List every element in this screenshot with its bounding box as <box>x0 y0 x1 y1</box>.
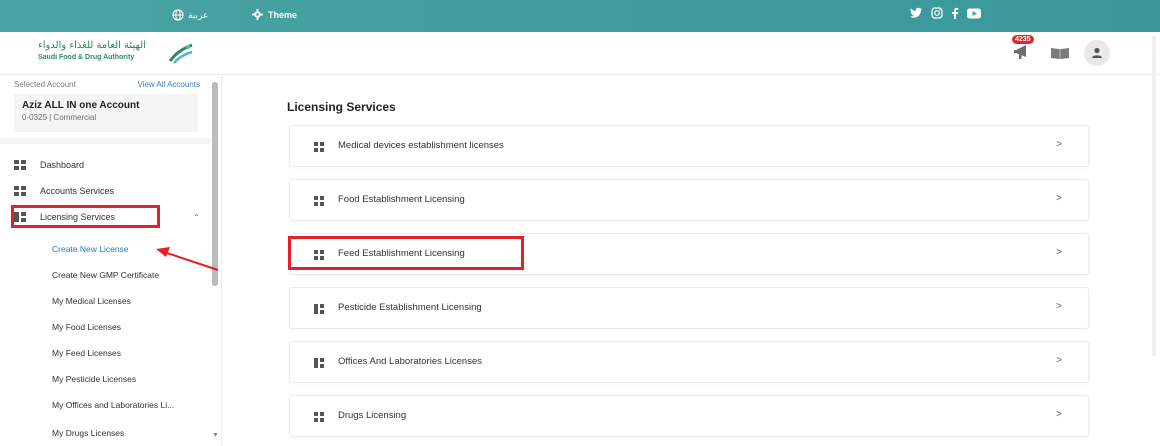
grid-icon <box>314 196 324 206</box>
grid-icon <box>14 160 26 170</box>
globe-icon <box>172 9 184 21</box>
megaphone-icon <box>1014 45 1026 59</box>
sidebar-subitem-feed-licenses[interactable]: My Feed Licenses <box>52 348 121 358</box>
scroll-down-icon[interactable]: ▼ <box>212 432 219 439</box>
service-card-food-establishment[interactable]: Food Establishment Licensing > <box>289 179 1089 221</box>
social-links <box>910 7 981 19</box>
account-name: Aziz ALL IN one Account <box>22 100 140 111</box>
chevron-right-icon: > <box>1056 409 1062 420</box>
chevron-up-icon: ⌃ <box>193 212 200 222</box>
service-card-medical-devices[interactable]: Medical devices establishment licenses > <box>289 125 1089 167</box>
selected-account-label: Selected Account <box>14 80 76 89</box>
service-card-pesticide-establishment[interactable]: Pesticide Establishment Licensing > <box>289 287 1089 329</box>
chevron-right-icon: > <box>1056 355 1062 366</box>
sidebar-item-label: Accounts Services <box>40 186 115 196</box>
sidebar-subitem-drugs-licenses[interactable]: My Drugs Licenses <box>52 428 124 438</box>
account-header: Selected Account View All Accounts <box>14 80 200 89</box>
sidebar-subitem-offices-labs-licenses[interactable]: My Offices and Laboratories Li... <box>52 400 174 410</box>
view-all-accounts-link[interactable]: View All Accounts <box>137 80 200 89</box>
service-card-label: Offices And Laboratories Licenses <box>338 356 482 367</box>
service-card-drugs[interactable]: Drugs Licensing > <box>289 395 1089 437</box>
user-avatar-button[interactable] <box>1084 40 1110 66</box>
youtube-icon[interactable] <box>967 8 981 19</box>
grid-icon <box>314 412 324 422</box>
instagram-icon[interactable] <box>931 7 943 19</box>
service-card-label: Medical devices establishment licenses <box>338 140 504 151</box>
chevron-right-icon: > <box>1056 139 1062 150</box>
logo-mark-icon <box>168 43 193 64</box>
service-card-label: Pesticide Establishment Licensing <box>338 302 482 313</box>
language-book-icon[interactable] <box>1050 45 1070 61</box>
chevron-right-icon: > <box>1056 301 1062 312</box>
annotation-arrow <box>156 247 219 271</box>
grid-icon <box>314 358 324 368</box>
gear-icon <box>252 9 263 20</box>
theme-label: Theme <box>268 9 298 20</box>
twitter-icon[interactable] <box>910 7 923 19</box>
highlight-box <box>288 236 524 270</box>
notifications-button[interactable]: 4235 <box>1012 35 1036 65</box>
sfda-logo[interactable]: الهيئة العامة للغذاء والدواء Saudi Food … <box>38 40 198 68</box>
sidebar-subitem-food-licenses[interactable]: My Food Licenses <box>52 322 121 332</box>
top-bar: عربية Theme <box>0 0 1160 32</box>
grid-icon <box>314 304 324 314</box>
language-label[interactable]: عربية <box>188 10 208 21</box>
sidebar-item-dashboard[interactable]: Dashboard <box>14 156 204 174</box>
sidebar-item-label: Dashboard <box>40 160 85 170</box>
sidebar-subitem-medical-licenses[interactable]: My Medical Licenses <box>52 296 131 306</box>
account-card[interactable]: Aziz ALL IN one Account 0-0325 | Commerc… <box>14 94 198 132</box>
sidebar-subitem-create-new-license[interactable]: Create New License <box>52 244 129 254</box>
logo-english-text: Saudi Food & Drug Authority <box>38 54 135 61</box>
grid-icon <box>14 186 26 196</box>
sidebar-subitem-pesticide-licenses[interactable]: My Pesticide Licenses <box>52 374 136 384</box>
page-title: Licensing Services <box>287 100 396 114</box>
notification-badge: 4235 <box>1012 35 1034 44</box>
theme-button[interactable]: Theme <box>252 9 297 20</box>
service-card-label: Food Establishment Licensing <box>338 194 465 205</box>
language-switch[interactable]: عربية <box>172 9 208 21</box>
highlight-box <box>11 205 160 228</box>
divider <box>0 138 210 144</box>
chevron-right-icon: > <box>1056 193 1062 204</box>
service-card-label: Drugs Licensing <box>338 410 407 421</box>
sidebar-item-accounts-services[interactable]: Accounts Services <box>14 182 204 200</box>
page-scrollbar[interactable] <box>1152 36 1156 356</box>
header: الهيئة العامة للغذاء والدواء Saudi Food … <box>0 32 1160 75</box>
account-subtitle: 0-0325 | Commercial <box>22 113 97 122</box>
grid-icon <box>314 142 324 152</box>
header-actions: 4235 <box>1012 35 1110 66</box>
facebook-icon[interactable] <box>951 7 959 19</box>
chevron-right-icon: > <box>1056 247 1062 258</box>
sidebar-subitem-create-gmp[interactable]: Create New GMP Certificate <box>52 270 159 280</box>
logo-arabic-text: الهيئة العامة للغذاء والدواء <box>38 40 146 51</box>
user-icon <box>1092 47 1102 58</box>
service-card-offices-labs[interactable]: Offices And Laboratories Licenses > <box>289 341 1089 383</box>
